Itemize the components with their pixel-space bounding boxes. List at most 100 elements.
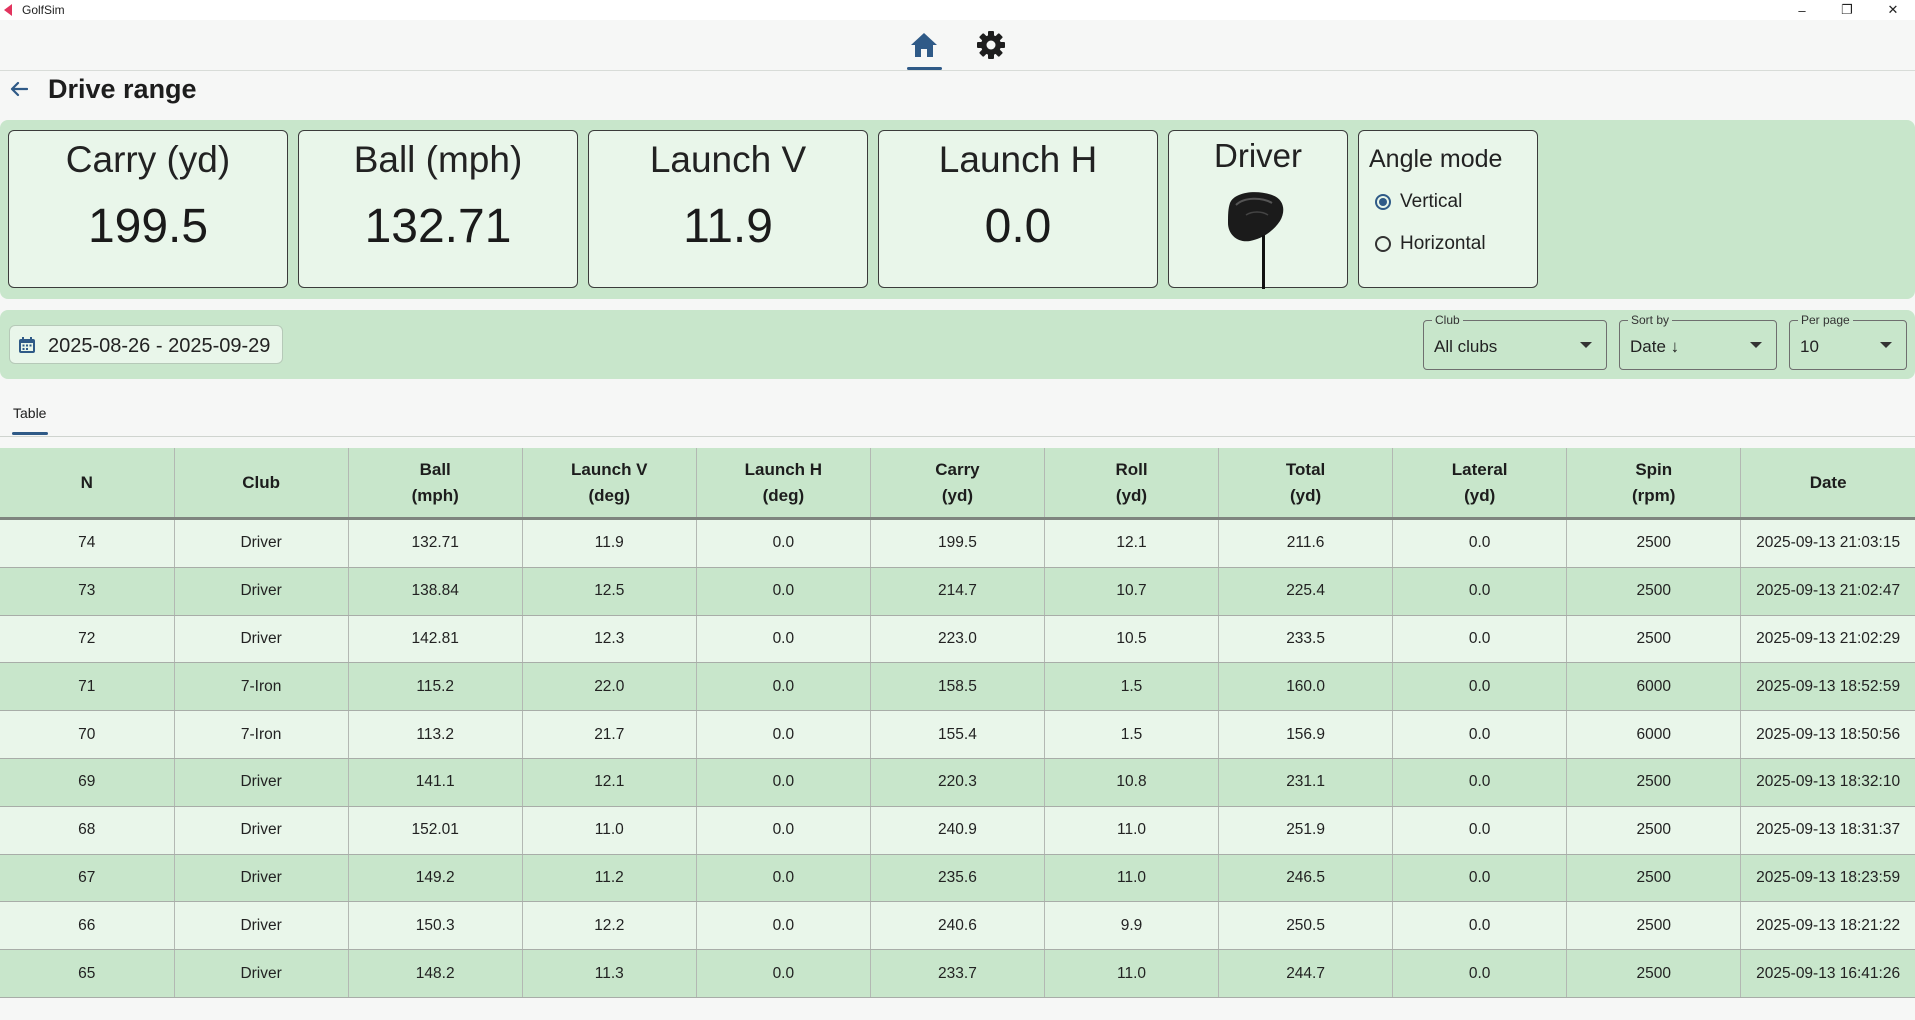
metric-value: 199.5 (87, 200, 209, 253)
column-header[interactable]: Lateral (yd) (1392, 448, 1568, 520)
sort-select[interactable]: Sort by Date ↓ (1619, 313, 1777, 370)
filter-panel: 2025-08-26 - 2025-09-29 Club All clubs S… (0, 310, 1915, 379)
table-cell: 72 (0, 615, 175, 664)
table-cell: 115.2 (348, 662, 523, 712)
club-card[interactable]: Driver (1168, 130, 1348, 289)
table-cell: Driver (174, 806, 349, 855)
column-header-label: Lateral (1451, 459, 1508, 479)
table-row[interactable]: 72 Driver 142.81 12.3 0.0 223.0 10.5 233.5 0.0 25… (0, 615, 1915, 664)
table-cell: 0.0 (1392, 615, 1568, 664)
table-cell: 2025-09-13 18:52:59 (1740, 662, 1915, 712)
table-cell: 0.0 (1392, 662, 1568, 712)
radio-selected-icon[interactable] (1375, 194, 1391, 210)
table-cell: 220.3 (870, 758, 1045, 807)
table-cell: 0.0 (696, 615, 871, 664)
table-cell: 0.0 (696, 901, 871, 951)
table-cell: 0.0 (696, 758, 871, 807)
metric-value: 0.0 (984, 200, 1052, 253)
table-row[interactable]: 71 7-Iron 115.2 22.0 0.0 158.5 1.5 160.0 0.0 6000… (0, 662, 1915, 712)
table-cell: 2025-09-13 18:23:59 (1740, 854, 1915, 903)
sort-select-label: Sort by (1628, 313, 1673, 327)
table-cell: 246.5 (1218, 854, 1394, 903)
table-cell: 0.0 (696, 567, 871, 616)
radio-horizontal[interactable]: Horizontal (1375, 233, 1486, 255)
column-header-label: N (80, 472, 93, 492)
column-header[interactable]: Ball (mph) (348, 448, 523, 520)
column-header[interactable]: Date (1740, 448, 1915, 520)
column-header-unit: (yd) (941, 485, 974, 505)
column-header[interactable]: Roll (yd) (1044, 448, 1220, 520)
metric-value: 11.9 (683, 200, 773, 253)
table-row[interactable]: 70 7-Iron 113.2 21.7 0.0 155.4 1.5 156.9 0.0 6000… (0, 710, 1915, 759)
app-logo-icon (4, 4, 12, 16)
active-tab-indicator (12, 432, 48, 435)
table-cell: 2025-09-13 21:02:47 (1740, 567, 1915, 616)
column-header-label: Date (1809, 472, 1847, 492)
metric-card-carry: Carry (yd) 199.5 (8, 130, 288, 288)
close-button[interactable]: ✕ (1871, 0, 1915, 20)
table-row[interactable]: 73 Driver 138.84 12.5 0.0 214.7 10.7 225.4 0.0 25… (0, 567, 1915, 616)
table-row[interactable]: 65 Driver 148.2 11.3 0.0 233.7 11.0 244.7 0.0 250… (0, 949, 1915, 998)
active-tab-indicator (907, 67, 942, 70)
table-body: 74 Driver 132.71 11.9 0.0 199.5 12.1 211.6 0.0 25… (0, 518, 1915, 998)
radio-unselected-icon[interactable] (1375, 236, 1391, 252)
date-range-button[interactable]: 2025-08-26 - 2025-09-29 (9, 325, 283, 364)
table-cell: 65 (0, 949, 175, 998)
column-header-unit: (deg) (588, 485, 631, 505)
minimize-button[interactable]: – (1780, 0, 1824, 20)
per-page-select-value: 10 (1800, 337, 1819, 356)
table-cell: 2025-09-13 18:21:22 (1740, 901, 1915, 951)
table-cell: 1.5 (1044, 710, 1220, 759)
metric-card-launch-v: Launch V 11.9 (588, 130, 868, 288)
home-icon[interactable] (906, 29, 942, 61)
shots-table: N Club Ball (mph) Launch V (deg) Launch H (deg)… (0, 448, 1915, 998)
table-cell: Driver (174, 854, 349, 903)
table-cell: 22.0 (522, 662, 697, 712)
table-cell: 240.9 (870, 806, 1045, 855)
arrow-left-icon[interactable] (8, 78, 30, 100)
column-header-unit: (yd) (1115, 485, 1148, 505)
tab-table[interactable]: Table (13, 405, 46, 421)
chevron-down-icon (1750, 342, 1762, 348)
club-select[interactable]: Club All clubs (1423, 313, 1607, 370)
table-cell: 6000 (1566, 662, 1742, 712)
table-row[interactable]: 66 Driver 150.3 12.2 0.0 240.6 9.9 250.5 0.0 2500… (0, 901, 1915, 951)
table-row[interactable]: 67 Driver 149.2 11.2 0.0 235.6 11.0 246.5 0.0 250… (0, 854, 1915, 903)
gear-icon[interactable] (973, 29, 1009, 61)
table-cell: 231.1 (1218, 758, 1394, 807)
table-cell: 233.7 (870, 949, 1045, 998)
table-cell: 10.7 (1044, 567, 1220, 616)
table-cell: 74 (0, 518, 175, 568)
chevron-down-icon (1880, 342, 1892, 348)
table-cell: 0.0 (1392, 806, 1568, 855)
column-header[interactable]: Launch V (deg) (522, 448, 697, 520)
table-row[interactable]: 69 Driver 141.1 12.1 0.0 220.3 10.8 231.1 0.0 250… (0, 758, 1915, 807)
table-cell: 152.01 (348, 806, 523, 855)
per-page-select[interactable]: Per page 10 (1789, 313, 1907, 370)
table-cell: 149.2 (348, 854, 523, 903)
table-row[interactable]: 74 Driver 132.71 11.9 0.0 199.5 12.1 211.6 0.0 25… (0, 518, 1915, 568)
table-cell: 11.0 (1044, 806, 1220, 855)
column-header[interactable]: N (0, 448, 175, 520)
radio-vertical[interactable]: Vertical (1375, 191, 1462, 213)
table-cell: 1.5 (1044, 662, 1220, 712)
maximize-button[interactable]: ❐ (1825, 0, 1869, 20)
column-header[interactable]: Carry (yd) (870, 448, 1045, 520)
column-header[interactable]: Total (yd) (1218, 448, 1394, 520)
table-cell: Driver (174, 567, 349, 616)
table-row[interactable]: 68 Driver 152.01 11.0 0.0 240.9 11.0 251.9 0.0 25… (0, 806, 1915, 855)
metrics-panel: Carry (yd) 199.5 Ball (mph) 132.71 Launc… (0, 120, 1915, 299)
table-cell: 2500 (1566, 615, 1742, 664)
column-header[interactable]: Launch H (deg) (696, 448, 871, 520)
table-cell: 2025-09-13 21:03:15 (1740, 518, 1915, 568)
table-cell: 0.0 (1392, 949, 1568, 998)
column-header[interactable]: Spin (rpm) (1566, 448, 1742, 520)
column-header[interactable]: Club (174, 448, 349, 520)
table-cell: 2025-09-13 18:31:37 (1740, 806, 1915, 855)
table-cell: 2025-09-13 16:41:26 (1740, 949, 1915, 998)
radio-label: Vertical (1400, 191, 1463, 212)
table-cell: 2025-09-13 21:02:29 (1740, 615, 1915, 664)
table-cell: 211.6 (1218, 518, 1394, 568)
driver-club-image (1228, 192, 1284, 289)
table-cell: 214.7 (870, 567, 1045, 616)
